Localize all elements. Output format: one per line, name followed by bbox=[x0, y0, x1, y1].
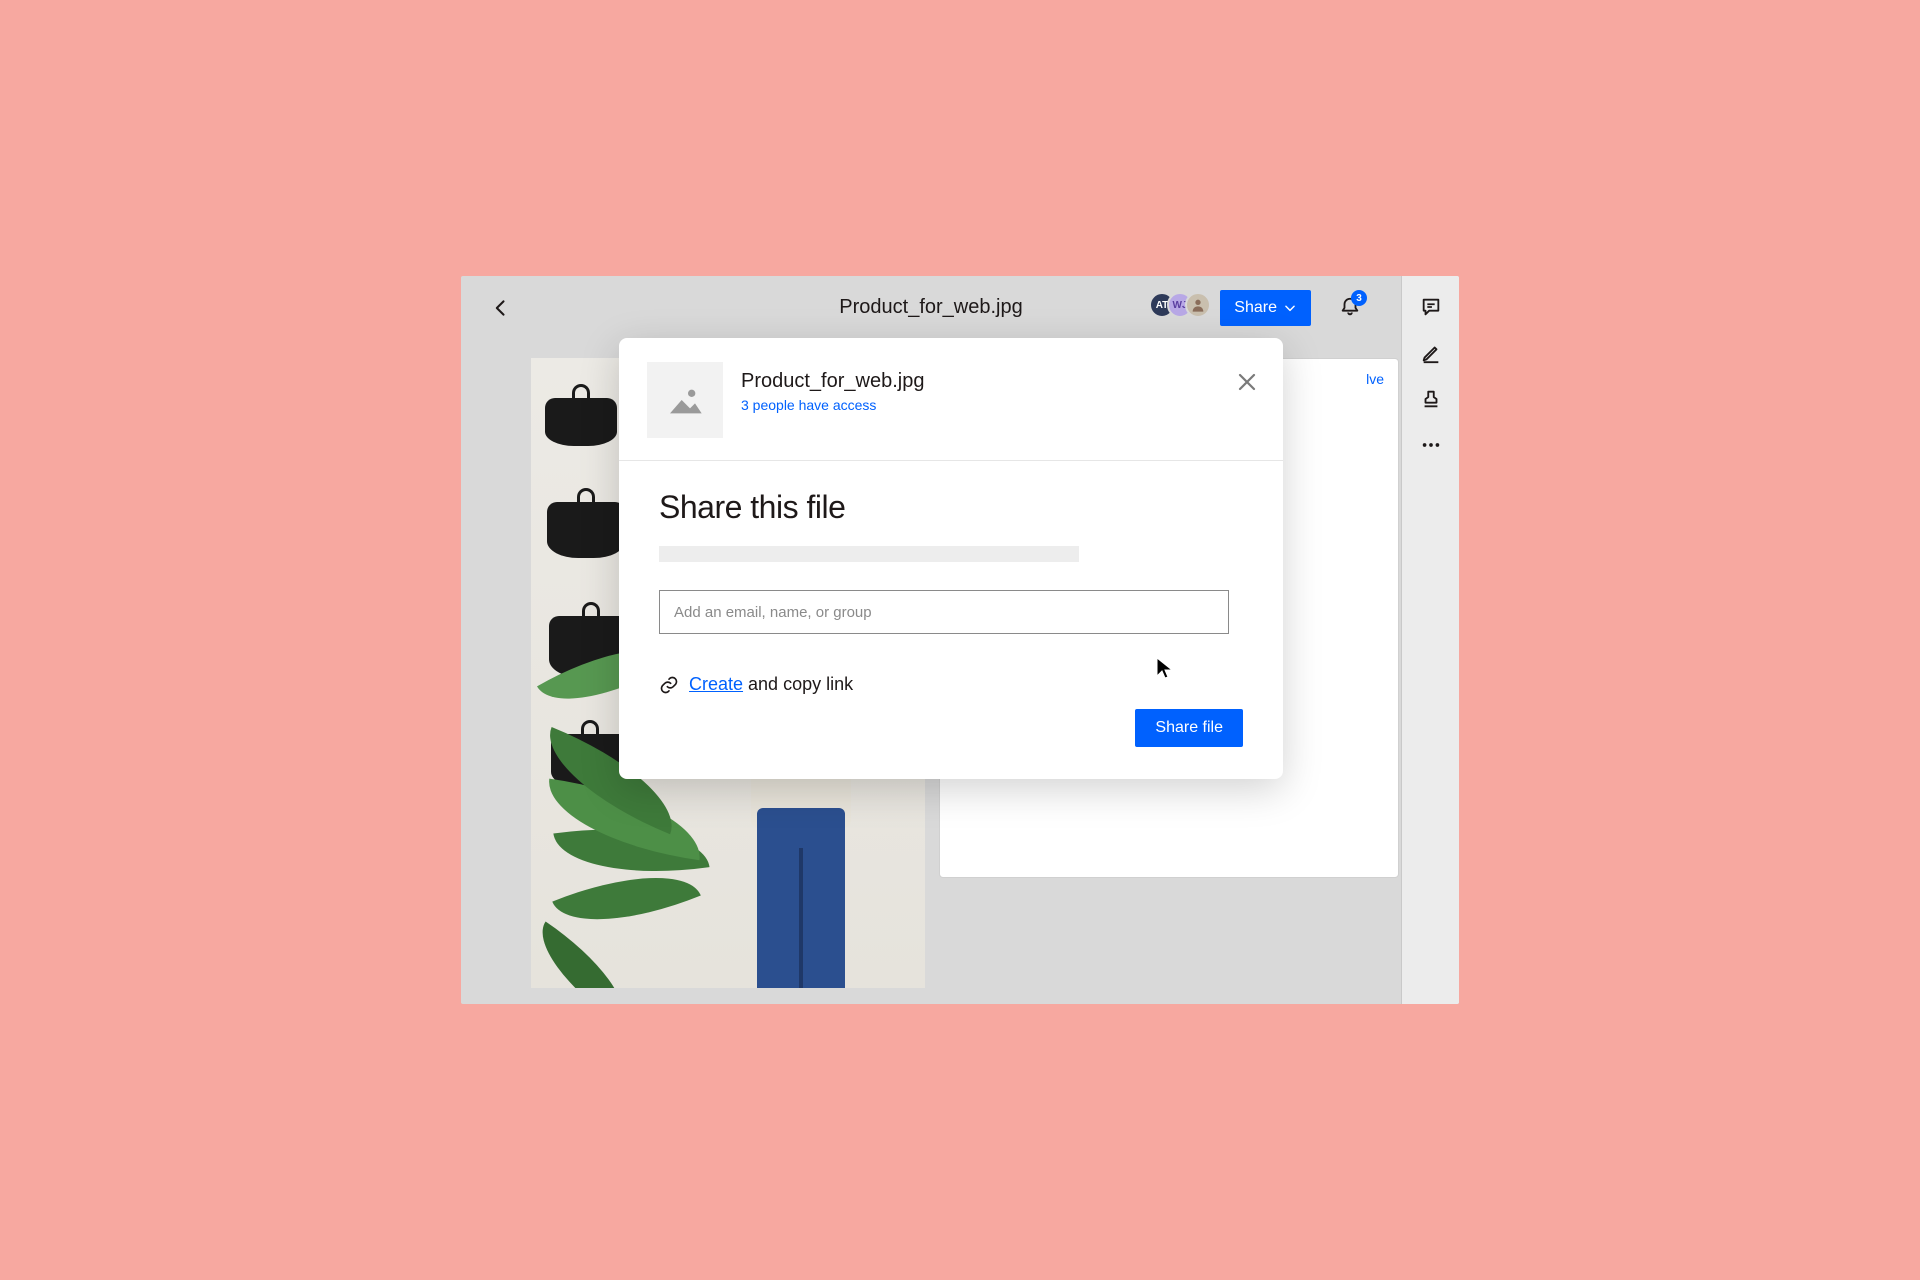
file-thumbnail bbox=[647, 362, 723, 438]
share-button[interactable]: Share bbox=[1220, 290, 1311, 326]
close-icon bbox=[1235, 370, 1259, 394]
modal-filename: Product_for_web.jpg bbox=[741, 370, 924, 393]
resolve-link[interactable]: lve bbox=[1366, 371, 1384, 387]
avatar[interactable] bbox=[1185, 292, 1211, 318]
chevron-down-icon bbox=[1283, 301, 1297, 315]
right-rail bbox=[1401, 276, 1459, 1004]
create-link-row: Create and copy link bbox=[659, 674, 1243, 695]
bag-graphic bbox=[547, 502, 625, 558]
access-link[interactable]: 3 people have access bbox=[741, 397, 924, 413]
app-frame: Product_for_web.jpg AT WJ Share 3 bbox=[461, 276, 1459, 1004]
avatar-stack[interactable]: AT WJ bbox=[1157, 292, 1211, 318]
recipient-input[interactable] bbox=[659, 590, 1229, 634]
modal-body: Share this file Create and copy link Sha… bbox=[619, 461, 1283, 779]
edit-button[interactable] bbox=[1420, 342, 1442, 364]
person-photo-icon bbox=[1190, 297, 1206, 313]
stamp-icon bbox=[1420, 388, 1442, 410]
notifications-button[interactable]: 3 bbox=[1339, 296, 1361, 323]
modal-title: Share this file bbox=[659, 489, 1243, 526]
close-button[interactable] bbox=[1235, 370, 1259, 399]
copy-link-suffix: and copy link bbox=[743, 674, 853, 694]
comment-icon bbox=[1420, 296, 1442, 318]
notification-badge: 3 bbox=[1351, 290, 1367, 306]
link-icon bbox=[659, 675, 679, 695]
back-button[interactable] bbox=[491, 298, 511, 318]
image-icon bbox=[665, 380, 705, 420]
share-modal: Product_for_web.jpg 3 people have access… bbox=[619, 338, 1283, 779]
loading-placeholder bbox=[659, 546, 1079, 562]
pencil-icon bbox=[1420, 342, 1442, 364]
more-horizontal-icon bbox=[1420, 434, 1442, 456]
create-link[interactable]: Create bbox=[689, 674, 743, 694]
share-file-button[interactable]: Share file bbox=[1135, 709, 1243, 747]
topbar: Product_for_web.jpg AT WJ Share 3 bbox=[461, 276, 1401, 340]
bag-graphic bbox=[545, 398, 617, 446]
modal-header: Product_for_web.jpg 3 people have access bbox=[619, 338, 1283, 461]
share-button-label: Share bbox=[1234, 299, 1277, 317]
chevron-left-icon bbox=[491, 298, 511, 318]
stamp-button[interactable] bbox=[1420, 388, 1442, 410]
more-button[interactable] bbox=[1420, 434, 1442, 456]
comments-button[interactable] bbox=[1420, 296, 1442, 318]
file-meta: Product_for_web.jpg 3 people have access bbox=[741, 362, 924, 413]
modal-footer: Share file bbox=[659, 695, 1243, 747]
